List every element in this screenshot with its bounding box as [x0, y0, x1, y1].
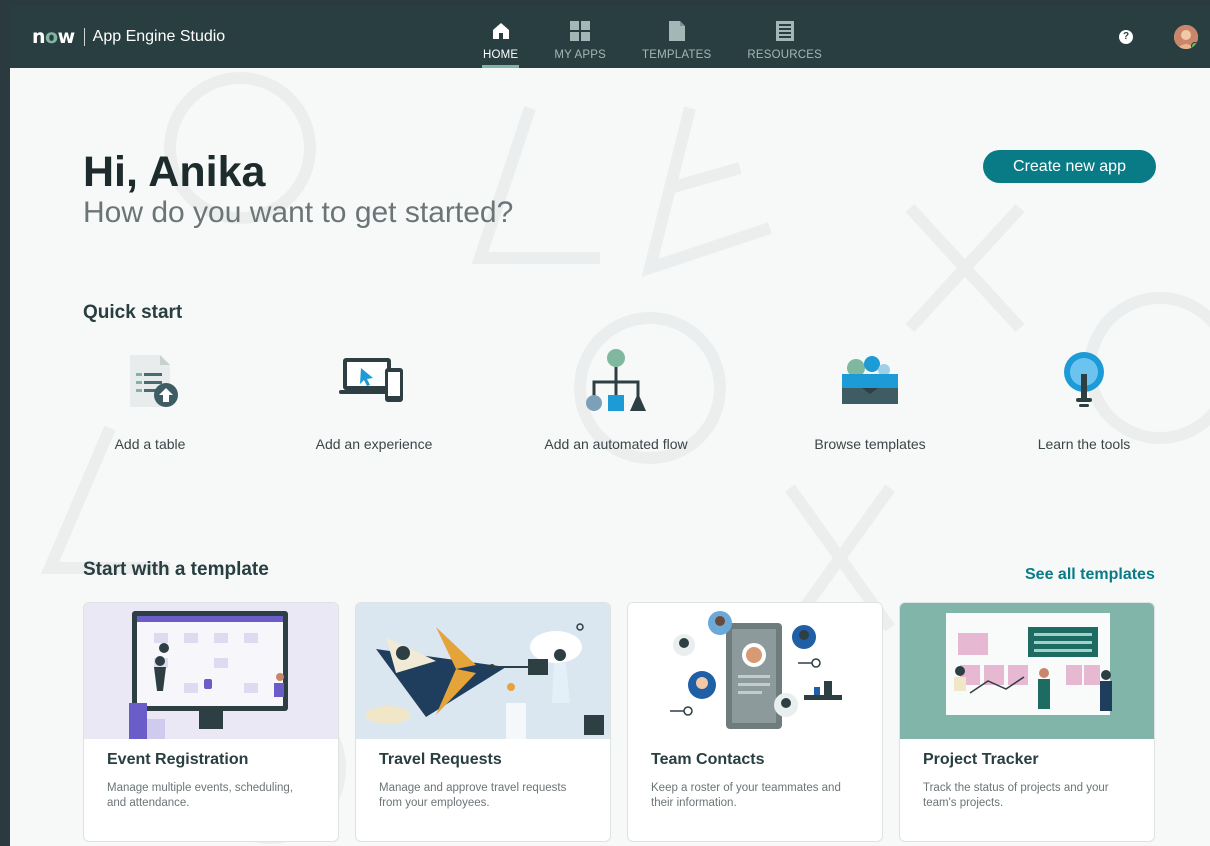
template-card-description: Manage and approve travel requests from …: [379, 782, 567, 809]
help-icon[interactable]: ?: [1119, 30, 1133, 44]
template-card-travel-requests[interactable]: Travel Requests Manage and approve trave…: [355, 602, 611, 842]
greeting-subtitle: How do you want to get started?: [83, 196, 514, 229]
grid-icon: [570, 20, 591, 42]
quick-start-learn-tools[interactable]: Learn the tools: [984, 346, 1184, 452]
nav-home[interactable]: HOME: [465, 6, 536, 68]
quick-start-label: Add an automated flow: [544, 436, 688, 452]
quick-start-add-automated-flow[interactable]: Add an automated flow: [516, 346, 716, 452]
template-card-event-registration[interactable]: Event Registration Manage multiple event…: [83, 602, 339, 842]
template-box-icon: [770, 346, 970, 416]
devices-icon: [274, 346, 474, 416]
quick-start-label: Add an experience: [315, 436, 433, 452]
brand[interactable]: now App Engine Studio: [32, 26, 225, 48]
template-card-title: Travel Requests: [379, 751, 502, 768]
online-status-dot: [1191, 42, 1198, 49]
book-icon: [775, 20, 794, 42]
template-card-team-contacts[interactable]: Team Contacts Keep a roster of your team…: [627, 602, 883, 842]
flow-icon: [516, 346, 716, 416]
template-card-description: Manage multiple events, scheduling, and …: [107, 782, 294, 809]
app-title: App Engine Studio: [92, 28, 226, 45]
create-new-app-button[interactable]: Create new app: [983, 150, 1156, 183]
template-card-title: Event Registration: [107, 751, 249, 768]
template-card-description: Keep a roster of your teammates and thei…: [651, 782, 841, 809]
lightbulb-icon: [984, 346, 1184, 416]
template-card-description: Track the status of projects and your te…: [923, 782, 1109, 809]
table-upload-icon: [50, 346, 250, 416]
quick-start-title: Quick start: [83, 302, 183, 323]
templates-section-title: Start with a template: [83, 559, 269, 580]
nav-templates[interactable]: TEMPLATES: [624, 6, 729, 68]
quick-start-browse-templates[interactable]: Browse templates: [770, 346, 970, 452]
nav-my-apps[interactable]: MY APPS: [536, 6, 624, 68]
document-icon: [668, 20, 685, 42]
quick-start-label: Learn the tools: [1037, 436, 1131, 452]
template-card-title: Project Tracker: [923, 751, 1039, 768]
quick-start-label: Add a table: [114, 436, 186, 452]
top-navigation-bar: now App Engine Studio HOME MY APPS TEMPL…: [10, 6, 1210, 68]
quick-start-add-table[interactable]: Add a table: [50, 346, 250, 452]
project-tracker-illustration: [900, 603, 1154, 739]
nav-resources-label: RESOURCES: [747, 49, 822, 61]
quick-start-label: Browse templates: [814, 436, 926, 452]
see-all-templates-link[interactable]: See all templates: [1025, 566, 1155, 584]
event-registration-illustration: [84, 603, 338, 739]
team-contacts-illustration: [628, 603, 882, 739]
template-card-project-tracker[interactable]: Project Tracker Track the status of proj…: [899, 602, 1155, 842]
nav-templates-label: TEMPLATES: [642, 49, 712, 61]
nav-resources[interactable]: RESOURCES: [729, 6, 840, 68]
nav-my-apps-label: MY APPS: [554, 49, 606, 61]
now-logo: now: [32, 26, 75, 48]
travel-requests-illustration: [356, 603, 610, 739]
greeting: Hi, Anika: [83, 148, 266, 196]
nav-home-label: HOME: [483, 49, 519, 61]
brand-divider: [83, 28, 85, 46]
home-icon: [492, 20, 510, 42]
quick-start-add-experience[interactable]: Add an experience: [274, 346, 474, 452]
avatar[interactable]: [1174, 25, 1198, 49]
template-card-title: Team Contacts: [651, 751, 765, 768]
main-nav: HOME MY APPS TEMPLATES RESOURCES: [465, 6, 840, 68]
app-frame: now App Engine Studio HOME MY APPS TEMPL…: [10, 6, 1210, 846]
